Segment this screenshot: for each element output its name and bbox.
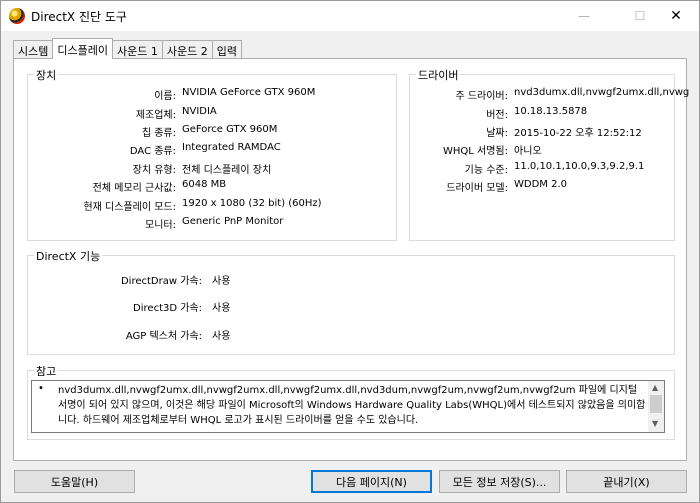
device-row-memory: 전체 메모리 근사값: 6048 MB <box>28 179 396 194</box>
driver-row-version: 버전: 10.18.13.5878 <box>410 106 674 121</box>
driver-row-date: 날짜: 2015-10-22 오후 12:52:12 <box>410 124 674 139</box>
driver-date-value: 2015-10-22 오후 12:52:12 <box>514 128 642 139</box>
device-memory-label: 전체 메모리 근사값: <box>92 183 176 194</box>
driver-row-whql: WHQL 서명됨: 아니오 <box>410 142 674 157</box>
device-row-monitor: 모니터: Generic PnP Monitor <box>28 216 396 231</box>
device-dac-value: Integrated RAMDAC <box>182 142 281 153</box>
next-page-button[interactable]: 다음 페이지(N) <box>311 470 432 493</box>
notes-textbox[interactable]: • nvd3dumx.dll,nvwgf2umx.dll,nvwgf2umx.d… <box>31 380 665 433</box>
notes-text: nvd3dumx.dll,nvwgf2umx.dll,nvwgf2umx.dll… <box>58 385 646 426</box>
directx-features-group: DirectX 기능 DirectDraw 가속: 사용 Direct3D 가속… <box>27 248 675 355</box>
driver-main-label: 주 드라이버: <box>455 91 508 102</box>
tab-sound-2[interactable]: 사운드 2 <box>161 40 213 59</box>
device-manufacturer-value: NVIDIA <box>182 106 217 117</box>
device-chip-value: GeForce GTX 960M <box>182 124 278 135</box>
driver-row-model: 드라이버 모델: WDDM 2.0 <box>410 179 674 194</box>
window-title: DirectX 진단 도구 <box>31 10 127 24</box>
device-row-name: 이름: NVIDIA GeForce GTX 960M <box>28 87 396 102</box>
agp-label: AGP 텍스처 가속: <box>125 331 202 342</box>
tab-strip: 시스템 디스플레이 사운드 1 사운드 2 입력 <box>13 38 242 59</box>
directdraw-row: DirectDraw 가속: 사용 <box>28 272 674 287</box>
agp-row: AGP 텍스처 가속: 사용 <box>28 327 674 342</box>
direct3d-row: Direct3D 가속: 사용 <box>28 299 674 314</box>
scroll-up-icon[interactable]: ▲ <box>652 383 658 392</box>
driver-model-label: 드라이버 모델: <box>446 183 508 194</box>
device-mode-value: 1920 x 1080 (32 bit) (60Hz) <box>182 198 322 209</box>
driver-row-feature-levels: 기능 수준: 11.0,10.1,10.0,9.3,9.2,9.1 <box>410 161 674 176</box>
device-group: 장치 이름: NVIDIA GeForce GTX 960M 제조업체: NVI… <box>27 67 397 241</box>
device-name-value: NVIDIA GeForce GTX 960M <box>182 87 316 98</box>
device-group-title: 장치 <box>34 67 59 83</box>
minimize-button[interactable]: — <box>561 1 607 31</box>
device-row-type: 장치 유형: 전체 디스플레이 장치 <box>28 161 396 176</box>
directdraw-value: 사용 <box>212 276 231 287</box>
driver-model-value: WDDM 2.0 <box>514 179 567 190</box>
device-row-dac: DAC 종류: Integrated RAMDAC <box>28 142 396 157</box>
notes-group-title: 참고 <box>34 363 59 379</box>
direct3d-value: 사용 <box>212 303 231 314</box>
device-memory-value: 6048 MB <box>182 179 227 190</box>
exit-button[interactable]: 끝내기(X) <box>566 470 687 493</box>
driver-version-value: 10.18.13.5878 <box>514 106 588 117</box>
tab-system[interactable]: 시스템 <box>13 40 54 59</box>
device-row-manufacturer: 제조업체: NVIDIA <box>28 106 396 121</box>
tab-sound-1[interactable]: 사운드 1 <box>111 40 163 59</box>
scroll-thumb[interactable] <box>650 395 662 413</box>
driver-group: 드라이버 주 드라이버: nvd3dumx.dll,nvwgf2umx.dll,… <box>409 67 689 241</box>
notes-bullet: • <box>38 383 44 394</box>
scroll-down-icon[interactable]: ▼ <box>652 419 658 428</box>
tab-display[interactable]: 디스플레이 <box>52 38 113 59</box>
close-button[interactable]: ✕ <box>653 1 699 31</box>
driver-whql-label: WHQL 서명됨: <box>443 146 508 157</box>
device-type-value: 전체 디스플레이 장치 <box>182 165 272 176</box>
device-mode-label: 현재 디스플레이 모드: <box>83 202 176 213</box>
tab-input[interactable]: 입력 <box>211 40 242 59</box>
device-chip-label: 칩 종류: <box>141 128 176 139</box>
directx-diag-window: DirectX 진단 도구 — ☐ ✕ 시스템 디스플레이 사운드 1 사운드 … <box>0 0 700 503</box>
driver-group-title: 드라이버 <box>416 67 461 83</box>
driver-date-label: 날짜: <box>486 128 508 139</box>
driver-version-label: 버전: <box>486 110 508 121</box>
save-all-info-button[interactable]: 모든 정보 저장(S)... <box>439 470 560 493</box>
device-type-label: 장치 유형: <box>132 165 176 176</box>
device-monitor-value: Generic PnP Monitor <box>182 216 284 227</box>
device-row-chip: 칩 종류: GeForce GTX 960M <box>28 124 396 139</box>
device-manufacturer-label: 제조업체: <box>135 110 176 121</box>
agp-value: 사용 <box>212 331 231 342</box>
directx-app-icon <box>9 8 25 24</box>
driver-feature-levels-value: 11.0,10.1,10.0,9.3,9.2,9.1 <box>514 161 645 172</box>
driver-whql-value: 아니오 <box>514 146 542 157</box>
directdraw-label: DirectDraw 가속: <box>120 276 202 287</box>
device-dac-label: DAC 종류: <box>129 146 176 157</box>
help-button[interactable]: 도움말(H) <box>14 470 135 493</box>
device-name-label: 이름: <box>154 91 176 102</box>
direct3d-label: Direct3D 가속: <box>133 303 202 314</box>
device-monitor-label: 모니터: <box>145 220 176 231</box>
driver-main-value: nvd3dumx.dll,nvwgf2umx.dll,nvwg <box>514 87 690 98</box>
title-bar: DirectX 진단 도구 — ☐ ✕ <box>1 1 699 31</box>
directx-features-title: DirectX 기능 <box>34 248 103 264</box>
device-row-mode: 현재 디스플레이 모드: 1920 x 1080 (32 bit) (60Hz) <box>28 198 396 213</box>
notes-scrollbar[interactable]: ▲ ▼ <box>648 381 664 432</box>
driver-row-main: 주 드라이버: nvd3dumx.dll,nvwgf2umx.dll,nvwg <box>410 87 689 102</box>
driver-feature-levels-label: 기능 수준: <box>464 165 508 176</box>
